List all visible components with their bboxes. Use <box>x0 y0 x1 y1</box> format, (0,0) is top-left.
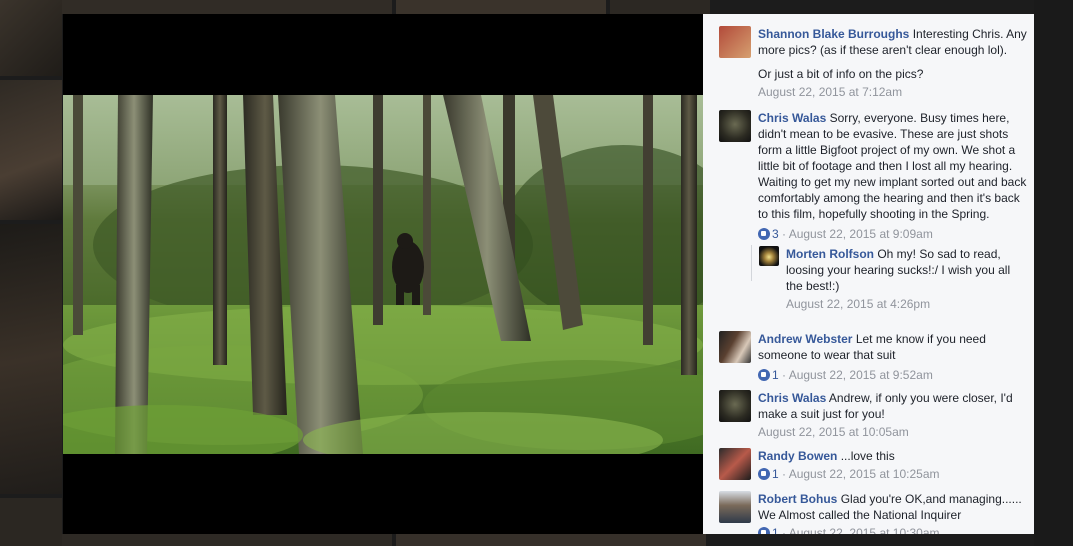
bg-tile <box>0 224 62 494</box>
like-reaction-icon <box>758 369 770 381</box>
reaction-count[interactable]: 3 <box>758 227 779 241</box>
comment-meta: 1 · August 22, 2015 at 9:52am <box>758 367 1029 383</box>
comment-author-link[interactable]: Chris Walas <box>758 111 826 125</box>
comment-body: Randy Bowen ...love this 1 · August 22, … <box>758 448 1029 482</box>
comment-author-link[interactable]: Morten Rolfson <box>786 247 874 261</box>
reply-comment: Morten Rolfson Oh my! So sad to read, lo… <box>759 246 1029 312</box>
comment-author-link[interactable]: Robert Bohus <box>758 492 837 506</box>
meta-separator: · <box>778 227 789 241</box>
comment-author-link[interactable]: Shannon Blake Burroughs <box>758 27 909 41</box>
avatar[interactable] <box>759 246 779 266</box>
bg-tile <box>0 498 62 546</box>
comment-meta: August 22, 2015 at 7:12am <box>758 84 1029 100</box>
bg-tile <box>396 0 606 14</box>
comment-meta: August 22, 2015 at 10:05am <box>758 424 1029 440</box>
comment-text: Or just a bit of info on the pics? <box>758 67 924 81</box>
comment-body: Chris Walas Andrew, if only you were clo… <box>758 390 1029 440</box>
like-reaction-icon <box>758 468 770 480</box>
like-reaction-icon <box>758 228 770 240</box>
comment-meta: 1 · August 22, 2015 at 10:30am <box>758 525 1029 534</box>
photo-viewer[interactable] <box>63 14 703 534</box>
reaction-count-value: 1 <box>772 526 779 534</box>
reaction-count-value: 1 <box>772 368 779 382</box>
bg-tile <box>62 0 392 14</box>
comment-body: Morten Rolfson Oh my! So sad to read, lo… <box>786 246 1029 312</box>
comment-timestamp[interactable]: August 22, 2015 at 9:09am <box>789 227 933 241</box>
comment: Andrew Webster Let me know if you need s… <box>719 331 1029 383</box>
comment-author-link[interactable]: Randy Bowen <box>758 449 837 463</box>
comment-text: ...love this <box>840 449 895 463</box>
meta-separator: · <box>778 368 789 382</box>
comment-body: Chris Walas Sorry, everyone. Busy times … <box>758 110 1029 242</box>
reaction-count[interactable]: 1 <box>758 467 779 481</box>
comment-author-link[interactable]: Andrew Webster <box>758 332 852 346</box>
bg-tile <box>396 534 706 546</box>
comment-timestamp[interactable]: August 22, 2015 at 9:52am <box>789 368 933 382</box>
comment-body: Andrew Webster Let me know if you need s… <box>758 331 1029 383</box>
bg-tile <box>62 534 392 546</box>
reaction-count-value: 3 <box>772 227 779 241</box>
avatar[interactable] <box>719 390 751 422</box>
comment: Shannon Blake Burroughs Interesting Chri… <box>719 26 1029 100</box>
comment-body: Robert Bohus Glad you're OK,and managing… <box>758 491 1029 534</box>
avatar[interactable] <box>719 26 751 58</box>
comment-meta: August 22, 2015 at 4:26pm <box>786 296 1029 312</box>
comment-text: Sorry, everyone. Busy times here, didn't… <box>758 111 1027 221</box>
avatar[interactable] <box>719 331 751 363</box>
comment-body: Shannon Blake Burroughs Interesting Chri… <box>758 26 1029 100</box>
comment-timestamp[interactable]: August 22, 2015 at 4:26pm <box>786 297 930 311</box>
comment-timestamp[interactable]: August 22, 2015 at 10:30am <box>789 526 940 534</box>
bg-tile <box>0 80 62 220</box>
reply-thread-line <box>751 245 752 281</box>
meta-separator: · <box>778 526 789 534</box>
avatar[interactable] <box>719 110 751 142</box>
meta-separator: · <box>778 467 789 481</box>
comment-author-link[interactable]: Chris Walas <box>758 391 826 405</box>
reaction-count-value: 1 <box>772 467 779 481</box>
comment: Chris Walas Sorry, everyone. Busy times … <box>719 110 1029 242</box>
comment-meta: 1 · August 22, 2015 at 10:25am <box>758 466 1029 482</box>
bg-tile <box>610 0 710 14</box>
forest-photo-image <box>63 95 703 454</box>
comment: Robert Bohus Glad you're OK,and managing… <box>719 491 1029 534</box>
comments-panel[interactable]: Shannon Blake Burroughs Interesting Chri… <box>703 14 1034 534</box>
forest-photo[interactable] <box>63 95 703 454</box>
like-reaction-icon <box>758 527 770 534</box>
avatar[interactable] <box>719 491 751 523</box>
comment-timestamp[interactable]: August 22, 2015 at 7:12am <box>758 85 902 99</box>
avatar[interactable] <box>719 448 751 480</box>
comment-meta: 3 · August 22, 2015 at 9:09am <box>758 226 1029 242</box>
reaction-count[interactable]: 1 <box>758 526 779 534</box>
comment-timestamp[interactable]: August 22, 2015 at 10:25am <box>789 467 940 481</box>
comment-timestamp[interactable]: August 22, 2015 at 10:05am <box>758 425 909 439</box>
comment: Chris Walas Andrew, if only you were clo… <box>719 390 1029 440</box>
comment: Randy Bowen ...love this 1 · August 22, … <box>719 448 1029 482</box>
bg-tile <box>0 0 62 76</box>
reaction-count[interactable]: 1 <box>758 368 779 382</box>
bg-tile <box>1034 0 1073 546</box>
